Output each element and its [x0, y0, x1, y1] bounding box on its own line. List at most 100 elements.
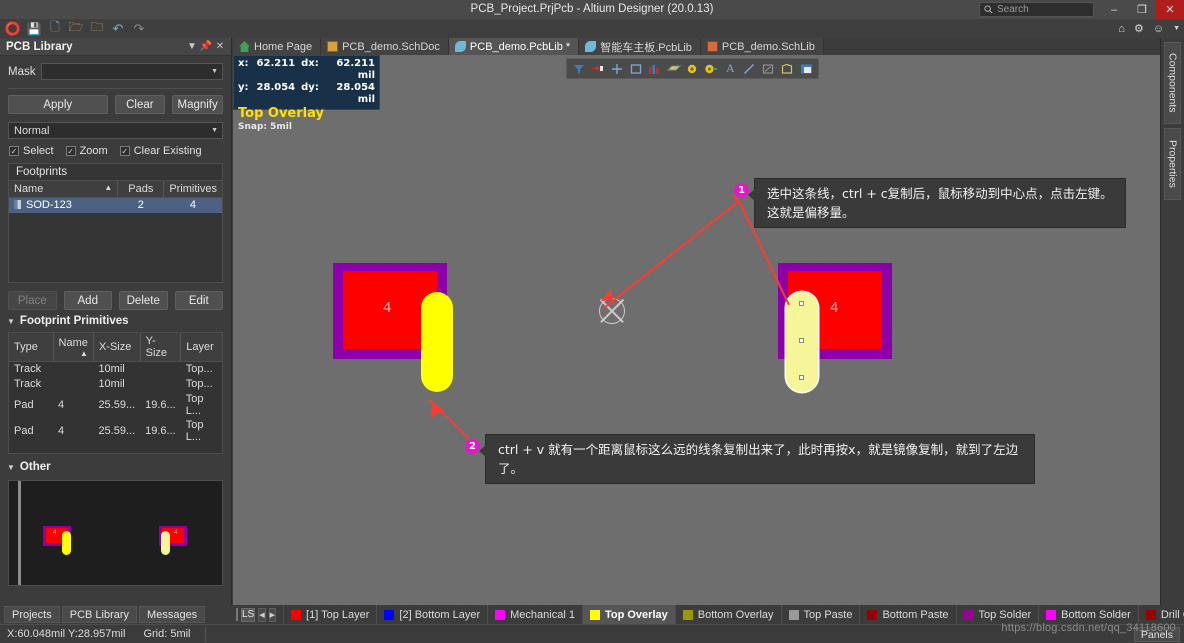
dock-tab-properties[interactable]: Properties [1164, 128, 1181, 200]
dock-tab-components[interactable]: Components [1164, 42, 1181, 124]
col-pads[interactable]: Pads [117, 181, 165, 198]
place-button[interactable]: Place [8, 291, 57, 310]
board-shape-icon[interactable] [778, 60, 796, 78]
col-ysize[interactable]: Y-Size [140, 333, 182, 362]
line-icon[interactable] [740, 60, 758, 78]
col-layer[interactable]: Layer [180, 333, 222, 362]
table-row[interactable]: SOD-123 2 4 [9, 197, 222, 213]
apply-button[interactable]: Apply [8, 95, 108, 114]
table-row[interactable]: Pad 4 25.59... 19.6... Top L... [9, 418, 222, 444]
footprint-primitives-section[interactable]: ▼ Footprint Primitives [0, 310, 231, 330]
pin-icon[interactable]: 📌 [199, 41, 213, 52]
layer-tab-bottom-overlay[interactable]: Bottom Overlay [674, 605, 781, 624]
prim-type: Pad [14, 398, 34, 411]
altium-logo-icon[interactable]: ⭕ [4, 21, 22, 37]
mask-input[interactable]: ▼ [41, 63, 223, 80]
chevron-down-icon[interactable]: ▼ [1173, 25, 1180, 32]
minimize-button[interactable]: – [1100, 0, 1128, 19]
close-icon[interactable]: ✕ [213, 41, 227, 52]
layer-tab-top-layer[interactable]: [1] Top Layer [283, 605, 376, 624]
layer-stack-icon[interactable] [797, 60, 815, 78]
layer-label: [2] Bottom Layer [399, 608, 481, 621]
pcblib-icon [585, 41, 597, 52]
preview-pad-number-right: 4 [174, 530, 178, 536]
checkbox-clear-existing[interactable]: ✓ Clear Existing [119, 145, 202, 157]
col-type[interactable]: Type [9, 333, 54, 362]
doc-tab-smartcar-pcblib[interactable]: 智能车主板.PcbLib [579, 38, 701, 55]
layer-tab-top-overlay[interactable]: Top Overlay [581, 605, 675, 624]
mode-select[interactable]: Normal ▼ [8, 122, 223, 139]
component-icon[interactable] [646, 60, 664, 78]
col-primitives[interactable]: Primitives [163, 181, 222, 198]
account-icon[interactable]: ☺ [1153, 23, 1164, 35]
tab-messages[interactable]: Messages [139, 606, 206, 623]
dimension-icon[interactable] [759, 60, 777, 78]
checkbox-select[interactable]: ✓ Select [9, 145, 54, 157]
undo-icon[interactable]: ↶ [109, 21, 127, 37]
via-icon[interactable] [684, 60, 702, 78]
search-input[interactable]: Search [979, 2, 1094, 17]
schematic-icon [327, 41, 339, 52]
layer-tab-top-paste[interactable]: Top Paste [780, 605, 860, 624]
save-all-icon[interactable]: 🗋 [46, 20, 64, 37]
layer-sets-button[interactable]: LS [241, 607, 256, 622]
pcb-canvas[interactable]: x: 62.211 dx: 62.211 mil y: 28.054 dy: 2… [233, 55, 1160, 605]
hud-y-value: 28.054 [256, 82, 296, 93]
mask-row: Mask ▼ [0, 56, 231, 80]
clear-button[interactable]: Clear [114, 95, 166, 114]
save-icon[interactable]: 💾 [25, 21, 43, 37]
hud-dx-value: 62.211 mil [336, 58, 376, 81]
active-layer-swatch[interactable] [236, 608, 238, 621]
table-row[interactable]: Pad 4 25.59... 19.6... Top L... [9, 392, 222, 418]
open-project-icon[interactable]: 🗀 [88, 20, 106, 37]
table-header-row: Type Name ▲ X-Size Y-Size Layer [9, 333, 222, 362]
col-name[interactable]: Name ▲ [9, 181, 119, 198]
footprint-preview[interactable]: 4 4 [8, 480, 223, 586]
selection-handle[interactable] [799, 375, 804, 380]
arrow-head-origin-icon [601, 289, 613, 301]
table-row[interactable]: Track 10mil Top... [9, 377, 222, 392]
filter-icon[interactable] [570, 60, 588, 78]
panel-title: PCB Library [6, 40, 73, 53]
text-icon[interactable]: A [721, 60, 739, 78]
add-button[interactable]: Add [63, 291, 112, 310]
hud-dy-key: dy: [301, 82, 319, 93]
doc-tab-pcb-demo-schlib[interactable]: PCB_demo.SchLib [700, 38, 824, 55]
tab-pcb-library[interactable]: PCB Library [61, 606, 138, 623]
polygon-icon[interactable] [665, 60, 683, 78]
delete-button[interactable]: Delete [119, 291, 168, 310]
chevron-down-icon[interactable]: ▼ [185, 41, 199, 52]
close-button[interactable]: ✕ [1156, 0, 1184, 19]
col-xsize[interactable]: X-Size [93, 333, 141, 362]
gear-icon[interactable]: ⚙ [1134, 22, 1144, 35]
maximize-button[interactable]: ❐ [1128, 0, 1156, 19]
open-icon[interactable]: 🗁 [67, 20, 85, 37]
redo-icon[interactable]: ↷ [130, 21, 148, 37]
prim-xsize: 10mil [98, 363, 125, 376]
crosshair-icon[interactable] [608, 60, 626, 78]
layer-prev-button[interactable]: ◀ [258, 607, 266, 622]
rectangle-icon[interactable] [627, 60, 645, 78]
tab-projects[interactable]: Projects [4, 606, 60, 623]
layer-tab-bottom-paste[interactable]: Bottom Paste [859, 605, 955, 624]
doc-tab-pcb-demo-schdoc[interactable]: PCB_demo.SchDoc [321, 38, 449, 55]
layer-tab-mechanical-1[interactable]: Mechanical 1 [487, 605, 582, 624]
hud-y-line: y: 28.054 dy: 28.054 mil [238, 82, 375, 106]
col-pname[interactable]: Name ▲ [53, 333, 94, 362]
net-icon[interactable] [589, 60, 607, 78]
sort-asc-icon: ▲ [104, 183, 113, 192]
selection-handle[interactable] [799, 338, 804, 343]
layer-label: Bottom Overlay [697, 608, 774, 621]
home-icon[interactable]: ⌂ [1118, 23, 1125, 35]
table-row[interactable]: Track 10mil Top... [9, 362, 222, 377]
other-section[interactable]: ▼ Other [0, 454, 231, 476]
magnify-button[interactable]: Magnify [172, 95, 223, 114]
layer-next-button[interactable]: ▶ [268, 607, 277, 622]
checkbox-zoom[interactable]: ✓ Zoom [65, 145, 108, 157]
doc-tab-home-page[interactable]: Home Page [233, 38, 322, 55]
layer-tab-bottom-layer[interactable]: [2] Bottom Layer [376, 605, 487, 624]
track-left[interactable] [421, 292, 453, 392]
edit-button[interactable]: Edit [174, 291, 223, 310]
pad-icon[interactable] [702, 60, 720, 78]
doc-tab-pcb-demo-pcblib[interactable]: PCB_demo.PcbLib * [448, 38, 580, 55]
